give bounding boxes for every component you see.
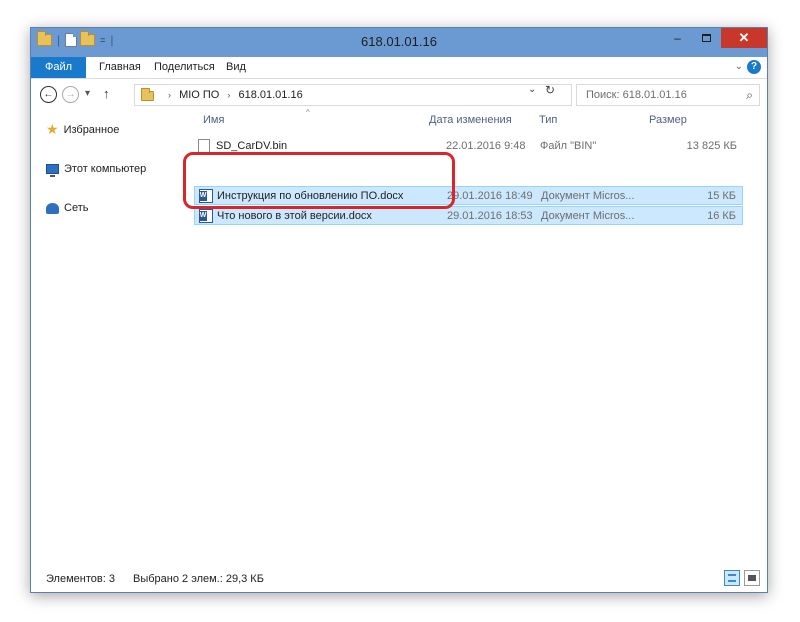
file-size: 16 КБ [707,210,736,222]
folder-icon [141,88,154,101]
annotation-highlight [183,152,455,209]
title-bar[interactable]: | = | 618.01.01.16 – ✕ [31,28,767,57]
column-header-date[interactable]: Дата изменения [429,114,512,126]
file-date: 29.01.2016 18:49 [447,190,533,202]
breadcrumb-item-current[interactable]: 618.01.01.16 [238,89,302,101]
breadcrumb: › MIO ПО › 618.01.01.16 [163,89,303,101]
tab-home[interactable]: Главная [89,57,151,78]
navigation-bar: ← → ▾ ↑ › MIO ПО › 618.01.01.16 ⌄ ↻ Поис… [31,80,767,110]
large-icons-view-button[interactable] [744,570,760,586]
status-bar: Элементов: 3 Выбрано 2 элем.: 29,3 КБ [31,565,767,592]
sidebar-item-label: Избранное [63,123,120,136]
ribbon-tabs: Файл Главная Поделиться Вид ⌄ ? [31,57,767,79]
sidebar-item-favorites[interactable]: ★ Избранное [46,121,119,138]
help-icon[interactable]: ? [747,60,761,74]
minimize-button[interactable]: – [663,28,692,48]
large-icons-view-icon [748,575,756,581]
recent-locations-dropdown[interactable]: ▾ [85,88,90,99]
refresh-button[interactable]: ↻ [545,83,555,97]
breadcrumb-arrow-icon[interactable]: › [168,90,171,100]
details-view-icon [728,574,736,582]
file-name: Что нового в этой версии.docx [217,210,372,222]
file-type: Документ Micros... [541,210,635,222]
word-document-icon [199,209,213,223]
address-history-dropdown[interactable]: ⌄ [528,84,536,95]
tab-view[interactable]: Вид [216,57,256,78]
file-size: 13 825 КБ [686,140,737,152]
file-type: Документ Micros... [541,190,635,202]
column-header-size[interactable]: Размер [649,114,687,126]
maximize-icon [702,34,711,42]
window-controls: – ✕ [663,28,767,48]
sidebar-item-label: Этот компьютер [64,163,147,175]
tab-file[interactable]: Файл [31,57,86,78]
sidebar-item-network[interactable]: Сеть [46,202,88,214]
file-size: 15 КБ [707,190,736,202]
explorer-window: | = | 618.01.01.16 – ✕ Файл Главная Поде… [30,27,768,593]
address-bar[interactable]: › MIO ПО › 618.01.01.16 [134,84,572,106]
file-date: 29.01.2016 18:53 [447,210,533,222]
column-header-type[interactable]: Тип [539,114,557,126]
star-icon: ★ [46,121,59,137]
status-item-count: Элементов: 3 [46,573,115,585]
file-name: SD_CarDV.bin [216,140,288,152]
sidebar-item-this-pc[interactable]: Этот компьютер [46,163,147,177]
network-icon [46,202,59,214]
search-input[interactable]: Поиск: 618.01.01.16 ⌕ [576,84,760,106]
status-selection: Выбрано 2 элем.: 29,3 КБ [133,573,264,585]
back-button[interactable]: ← [40,86,57,103]
breadcrumb-item-mio[interactable]: MIO ПО [179,89,219,101]
sidebar-item-label: Сеть [64,202,89,214]
details-view-button[interactable] [724,570,740,586]
file-type: Файл "BIN" [540,140,597,152]
up-button[interactable]: ↑ [103,86,110,101]
column-header-name[interactable]: Имя [203,114,224,126]
maximize-button[interactable] [692,28,721,48]
navigation-pane: ★ Избранное Этот компьютер Сеть [31,110,181,565]
file-icon [198,139,210,153]
file-date: 22.01.2016 9:48 [446,140,526,152]
breadcrumb-arrow-icon[interactable]: › [227,90,230,100]
search-placeholder: Поиск: 618.01.01.16 [586,89,687,101]
computer-icon [46,164,59,177]
search-icon[interactable]: ⌕ [746,88,753,103]
forward-button[interactable]: → [62,86,79,103]
expand-ribbon-icon[interactable]: ⌄ [735,61,743,72]
close-button[interactable]: ✕ [721,28,767,48]
tab-share[interactable]: Поделиться [144,57,225,78]
sort-ascending-icon: ^ [306,108,310,117]
window-title: 618.01.01.16 [361,34,437,49]
